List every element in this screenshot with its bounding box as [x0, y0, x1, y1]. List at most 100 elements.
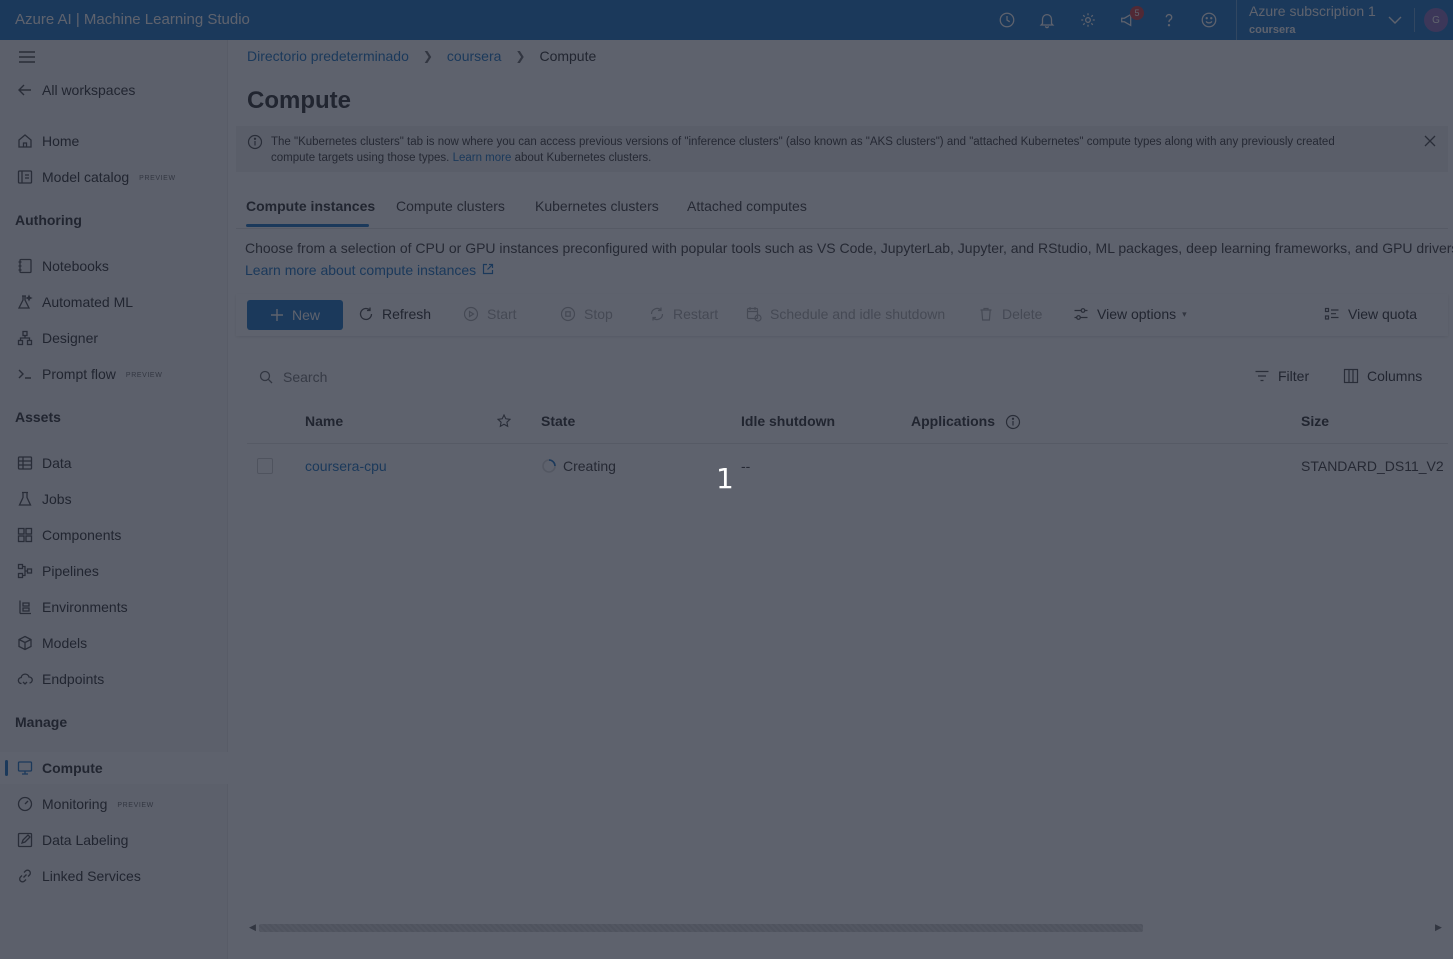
- all-workspaces-link[interactable]: All workspaces: [0, 74, 228, 106]
- sidebar-item-prompt-flow[interactable]: Prompt flow PREVIEW: [0, 358, 228, 390]
- size-cell: STANDARD_DS11_V2: [1301, 458, 1444, 474]
- sidebar-item-notebooks[interactable]: Notebooks: [0, 250, 228, 282]
- endpoint-cloud-icon: [16, 670, 34, 688]
- sidebar-item-label: Prompt flow: [42, 366, 116, 382]
- divider: [1414, 8, 1415, 32]
- info-icon[interactable]: [1005, 414, 1021, 433]
- learn-more-compute-link[interactable]: Learn more about compute instances: [245, 262, 494, 278]
- stop-circle-icon: [560, 306, 576, 322]
- column-header-idle-shutdown[interactable]: Idle shutdown: [741, 413, 835, 429]
- start-button[interactable]: Start: [463, 306, 517, 322]
- sidebar-item-compute[interactable]: Compute: [0, 752, 228, 784]
- filter-button[interactable]: Filter: [1254, 368, 1309, 384]
- help-icon[interactable]: [1159, 10, 1179, 30]
- banner-learn-more-link[interactable]: Learn more: [453, 152, 512, 164]
- column-header-applications[interactable]: Applications: [911, 413, 995, 429]
- scrollbar-thumb[interactable]: [259, 924, 1143, 932]
- tab-compute-clusters[interactable]: Compute clusters: [396, 198, 505, 214]
- sidebar-item-data[interactable]: Data: [0, 447, 228, 479]
- sidebar-item-label: Compute: [42, 760, 103, 776]
- star-icon[interactable]: [496, 413, 512, 431]
- app-title[interactable]: Azure AI | Machine Learning Studio: [15, 11, 250, 28]
- filter-icon: [1255, 370, 1269, 382]
- sidebar-item-linked-services[interactable]: Linked Services: [0, 860, 228, 892]
- tab-attached-computes[interactable]: Attached computes: [687, 198, 807, 214]
- stop-button[interactable]: Stop: [560, 306, 613, 322]
- refresh-icon: [359, 307, 373, 321]
- sidebar-item-pipelines[interactable]: Pipelines: [0, 555, 228, 587]
- horizontal-scrollbar[interactable]: ◀ ▶: [247, 920, 1448, 936]
- compute-description: Choose from a selection of CPU or GPU in…: [245, 240, 1453, 256]
- environment-icon: [16, 598, 34, 616]
- state-cell: Creating: [541, 458, 616, 474]
- sidebar-item-environments[interactable]: Environments: [0, 591, 228, 623]
- breadcrumb-workspace[interactable]: coursera: [447, 48, 501, 64]
- sidebar-item-model-catalog[interactable]: Model catalog PREVIEW: [0, 161, 228, 193]
- spinner-icon: [542, 459, 556, 473]
- sidebar-item-data-labeling[interactable]: Data Labeling: [0, 824, 228, 856]
- section-manage: Manage: [15, 714, 68, 730]
- calendar-clock-icon: [746, 307, 762, 322]
- column-header-size[interactable]: Size: [1301, 413, 1329, 429]
- avatar[interactable]: G: [1424, 8, 1448, 32]
- row-checkbox[interactable]: [257, 458, 273, 474]
- banner-text: The "Kubernetes clusters" tab is now whe…: [271, 134, 1381, 166]
- close-icon[interactable]: [1424, 134, 1436, 150]
- chevron-right-icon: ❯: [515, 49, 526, 63]
- sidebar-item-endpoints[interactable]: Endpoints: [0, 663, 228, 695]
- gear-icon[interactable]: [1078, 10, 1098, 30]
- scroll-left-icon[interactable]: ◀: [249, 922, 256, 933]
- external-link-icon: [482, 262, 494, 278]
- search-input[interactable]: [283, 369, 453, 385]
- tab-compute-instances[interactable]: Compute instances: [246, 198, 375, 214]
- sidebar-item-monitoring[interactable]: Monitoring PREVIEW: [0, 788, 228, 820]
- info-banner: The "Kubernetes clusters" tab is now whe…: [236, 126, 1448, 172]
- sidebar-item-automated-ml[interactable]: Automated ML: [0, 286, 228, 318]
- table-row[interactable]: coursera-cpu Creating -- STANDARD_DS11_V…: [247, 448, 1448, 484]
- sidebar-item-designer[interactable]: Designer: [0, 322, 228, 354]
- scroll-right-icon[interactable]: ▶: [1435, 922, 1442, 933]
- sliders-icon: [1074, 308, 1088, 320]
- feedback-smiley-icon[interactable]: [1199, 10, 1219, 30]
- hamburger-icon[interactable]: [18, 50, 36, 67]
- schedule-shutdown-label: Schedule and idle shutdown: [770, 306, 946, 322]
- designer-nodes-icon: [16, 329, 34, 347]
- view-options-button[interactable]: View options ▾: [1073, 306, 1187, 322]
- sidebar-item-home[interactable]: Home: [0, 125, 228, 157]
- sidebar-item-label: Model catalog: [42, 169, 130, 185]
- breadcrumb-directory[interactable]: Directorio predeterminado: [247, 48, 409, 64]
- tab-kubernetes-clusters[interactable]: Kubernetes clusters: [535, 198, 659, 214]
- subscription-switcher[interactable]: Azure subscription 1 coursera: [1236, 0, 1412, 40]
- sidebar-item-components[interactable]: Components: [0, 519, 228, 551]
- plus-icon: [270, 308, 284, 322]
- sidebar-item-jobs[interactable]: Jobs: [0, 483, 228, 515]
- gauge-icon: [16, 795, 34, 813]
- start-label: Start: [487, 306, 517, 322]
- learn-more-compute-label: Learn more about compute instances: [245, 262, 477, 278]
- sidebar-item-label: Monitoring: [42, 796, 108, 812]
- columns-button[interactable]: Columns: [1343, 368, 1422, 384]
- restart-icon: [650, 307, 664, 321]
- column-header-name[interactable]: Name: [305, 413, 343, 429]
- sidebar-item-label: Data: [42, 455, 72, 471]
- schedule-shutdown-button[interactable]: Schedule and idle shutdown: [746, 306, 945, 322]
- pipeline-icon: [16, 562, 34, 580]
- view-options-label: View options: [1097, 306, 1177, 322]
- sidebar-item-label: Components: [42, 527, 122, 543]
- view-quota-button[interactable]: View quota: [1324, 306, 1417, 322]
- compute-name-link[interactable]: coursera-cpu: [305, 458, 387, 474]
- catalog-icon: [16, 168, 34, 186]
- restart-button[interactable]: Restart: [649, 306, 718, 322]
- delete-button[interactable]: Delete: [978, 306, 1042, 322]
- notebook-icon: [16, 257, 34, 275]
- column-header-state[interactable]: State: [541, 413, 575, 429]
- clock-icon[interactable]: [997, 10, 1017, 30]
- search-box[interactable]: [247, 362, 462, 392]
- list-icon: [1324, 307, 1339, 320]
- bell-icon[interactable]: [1037, 10, 1057, 30]
- refresh-button[interactable]: Refresh: [358, 306, 431, 322]
- sidebar-item-models[interactable]: Models: [0, 627, 228, 659]
- new-button-label: New: [291, 307, 320, 323]
- trash-icon: [980, 307, 992, 321]
- new-button[interactable]: New: [247, 300, 343, 330]
